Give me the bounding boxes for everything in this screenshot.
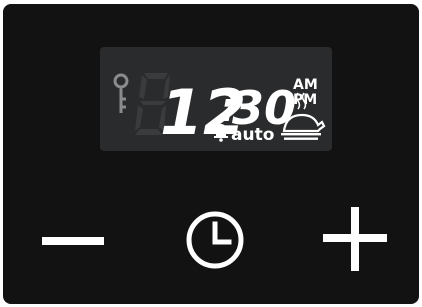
- plus-icon: [315, 200, 395, 280]
- lcd-graphics: 12 : 30 AM PM auto: [113, 73, 326, 149]
- lcd-display: 12 : 30 AM PM auto: [100, 47, 332, 151]
- clock-icon: [186, 211, 244, 269]
- clock-button[interactable]: [175, 200, 255, 280]
- minus-button[interactable]: [31, 210, 119, 270]
- auto-indicator: auto: [231, 125, 274, 145]
- control-panel: 12 : 30 AM PM auto: [3, 4, 419, 304]
- plus-button[interactable]: [315, 200, 395, 280]
- minus-icon: [42, 237, 104, 245]
- key-icon: [113, 73, 129, 113]
- am-indicator: AM: [293, 77, 318, 93]
